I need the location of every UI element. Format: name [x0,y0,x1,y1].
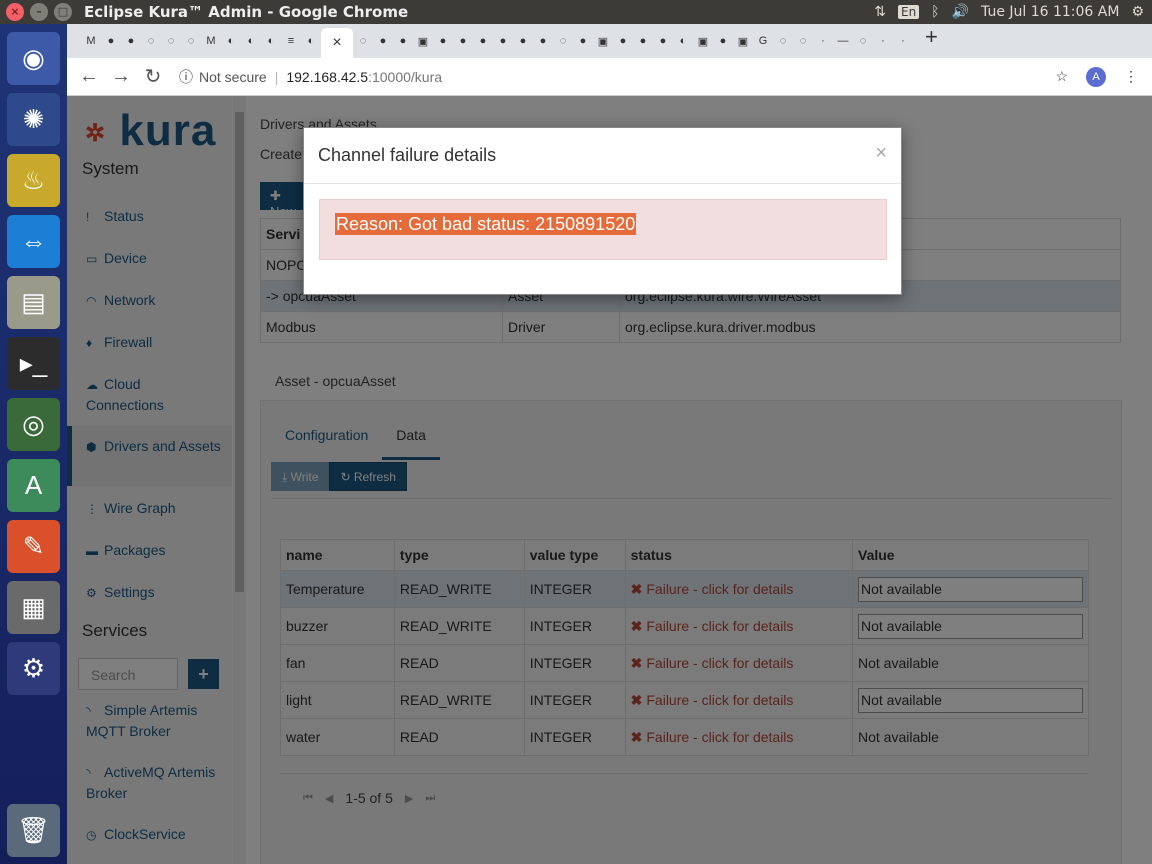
channel-failure-modal: Channel failure details × Reason: Got ba… [303,127,902,295]
active-tab-close-icon[interactable]: × [321,28,353,58]
postman-icon[interactable]: ✎ [7,520,60,573]
github-tab-icon[interactable]: ● [533,31,553,51]
network-arrows-icon[interactable]: ⇅ [874,4,886,20]
chrome-icon[interactable]: ◎ [7,398,60,451]
url-path[interactable]: :10000/kura [368,69,442,85]
terminal-icon[interactable]: ▸_ [7,337,60,390]
genie-lamp-icon[interactable]: ♨ [7,154,60,207]
teamviewer-icon[interactable]: ⇔ [7,215,60,268]
browser-tab-strip: M ● ● ◌ ◌ ◌ M ◐ ◐ ◐ ≡ ◐ × ◌ ● ● ▣ ● ● ● … [67,24,1152,58]
file-cabinet-icon[interactable]: ▤ [7,276,60,329]
medium-tab-icon[interactable]: M [201,31,221,51]
yellow-doc-tab-icon[interactable]: ▣ [413,31,433,51]
info-circle-icon[interactable]: ⓘ [179,67,193,87]
eclipse-tab-icon[interactable]: ◐ [301,31,321,51]
modal-title: Channel failure details [318,145,497,165]
blank-tab-icon[interactable]: · [893,31,913,51]
eclipse-tab-icon[interactable]: ◐ [241,31,261,51]
github-tab-icon[interactable]: ● [513,31,533,51]
stackoverflow-tab-icon[interactable]: ≡ [281,31,301,51]
blank-tab-icon[interactable]: · [873,31,893,51]
modal-header: Channel failure details [304,128,901,184]
kura-tab-icon[interactable]: ◌ [161,31,181,51]
calculator-icon[interactable]: ▦ [7,581,60,634]
github-tab-icon[interactable]: ● [633,31,653,51]
kura-tab-icon[interactable]: ◌ [793,31,813,51]
github-tab-icon[interactable]: ● [573,31,593,51]
new-tab-plus-icon[interactable]: + [925,24,938,50]
window-minimize-icon[interactable]: – [30,3,48,21]
google-tab-icon[interactable]: G [753,31,773,51]
kura-tab-icon[interactable]: ◌ [773,31,793,51]
system-top-bar: × – □ Eclipse Kura™ Admin - Google Chrom… [0,0,1152,24]
power-gear-icon[interactable]: ⚙ [1131,4,1144,20]
browser-toolbar: ← → ↻ ⓘ Not secure | 192.168.42.5:10000/… [67,58,1152,96]
window-title: Eclipse Kura™ Admin - Google Chrome [84,3,409,21]
bookmark-star-icon[interactable]: ☆ [1055,68,1068,85]
profile-avatar[interactable]: A [1086,66,1106,87]
security-indicator[interactable]: Not secure [199,69,267,85]
github-tab-icon[interactable]: ● [713,31,733,51]
github-tab-icon[interactable]: ● [493,31,513,51]
kura-tab-icon[interactable]: ◌ [553,31,573,51]
chrome-menu-icon[interactable]: ⋮ [1124,68,1138,85]
android-studio-icon[interactable]: A [7,459,60,512]
blank-tab-icon[interactable]: · [813,31,833,51]
eclipse-tab-icon[interactable]: ◐ [261,31,281,51]
kura-tab-icon[interactable]: ◌ [353,31,373,51]
back-arrow-icon[interactable]: ← [73,65,105,88]
github-tab-icon[interactable]: ● [121,31,141,51]
window-close-icon[interactable]: × [6,3,24,21]
failure-reason-text: Reason: Got bad status: 2150891520 [335,213,637,235]
gmail-tab-icon[interactable]: M [81,31,101,51]
yellow-doc-tab-icon[interactable]: ▣ [733,31,753,51]
address-bar[interactable]: ⓘ Not secure | 192.168.42.5:10000/kura [179,67,442,87]
system-settings-icon[interactable]: ⚙ [7,642,60,695]
eclipse-tab-icon[interactable]: ◐ [221,31,241,51]
yellow-doc-tab-icon[interactable]: ▣ [693,31,713,51]
kura-tab-icon[interactable]: ◌ [141,31,161,51]
ubuntu-launcher: ◉ ✺ ♨ ⇔ ▤ ▸_ ◎ A ✎ ▦ ⚙ 🗑 [0,24,67,864]
github-tab-icon[interactable]: ● [373,31,393,51]
url-host[interactable]: 192.168.42.5 [286,69,368,85]
keyboard-language-indicator[interactable]: En [897,5,920,19]
window-maximize-icon[interactable]: □ [54,3,72,21]
yellow-doc-tab-icon[interactable]: ▣ [593,31,613,51]
github-tab-icon[interactable]: ● [433,31,453,51]
reload-icon[interactable]: ↻ [137,64,169,89]
github-tab-icon[interactable]: ● [473,31,493,51]
ubuntu-dash-icon[interactable]: ◉ [7,32,60,85]
clock[interactable]: Tue Jul 16 11:06 AM [981,4,1119,20]
eclipse-tab-icon[interactable]: ◐ [673,31,693,51]
github-tab-icon[interactable]: ● [101,31,121,51]
volume-icon[interactable]: 🔊 [952,4,969,20]
github-tab-icon[interactable]: ● [453,31,473,51]
github-tab-icon[interactable]: ● [613,31,633,51]
trash-icon[interactable]: 🗑 [7,804,60,857]
green-line-tab-icon[interactable]: — [833,31,853,51]
failure-reason-alert: Reason: Got bad status: 2150891520 [319,199,887,260]
address-separator: | [274,68,279,85]
eclipse-ide-icon[interactable]: ✺ [7,93,60,146]
modal-close-icon[interactable]: × [875,142,887,165]
github-tab-icon[interactable]: ● [653,31,673,51]
forward-arrow-icon[interactable]: → [105,65,137,88]
bluetooth-icon[interactable]: ᛒ [931,4,939,20]
github-tab-icon[interactable]: ● [393,31,413,51]
kura-tab-icon[interactable]: ◌ [853,31,873,51]
kura-tab-icon[interactable]: ◌ [181,31,201,51]
